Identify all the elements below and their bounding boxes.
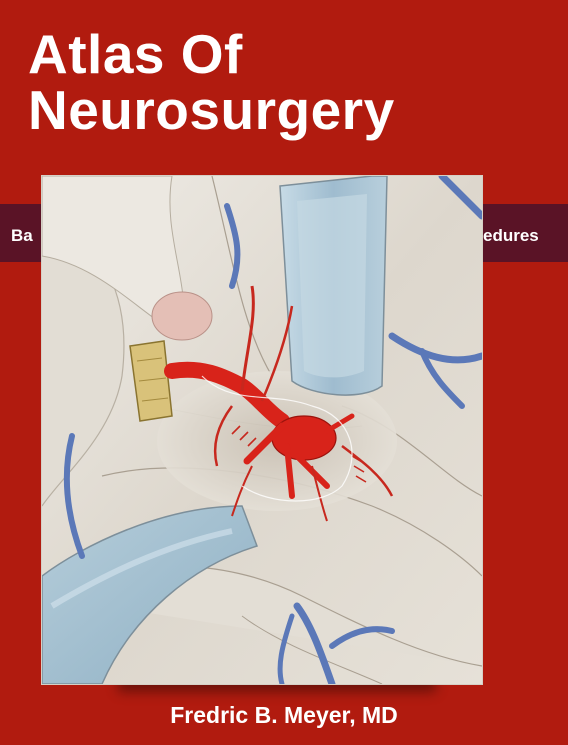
- title-line-2: Neurosurgery: [28, 79, 395, 141]
- title-line-1: Atlas Of: [28, 23, 243, 85]
- book-cover: Atlas Of Neurosurgery Ba edures Fredric …: [0, 0, 568, 745]
- surgical-illustration: [42, 176, 482, 684]
- subtitle-right-fragment: edures: [483, 226, 539, 245]
- surgical-illustration-icon: [42, 176, 482, 684]
- author-name: Fredric B. Meyer, MD: [170, 702, 398, 728]
- cover-title: Atlas Of Neurosurgery: [28, 26, 395, 138]
- subtitle-left-fragment: Ba: [11, 226, 33, 245]
